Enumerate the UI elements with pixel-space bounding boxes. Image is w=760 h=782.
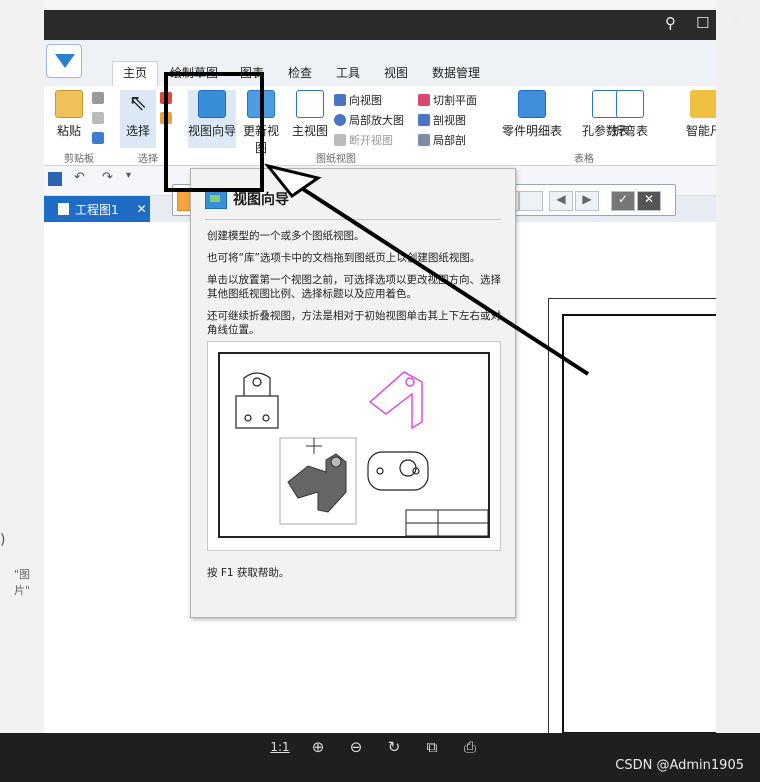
viewer-toolbar: 1:1 ⊕ ⊖ ↻ ⧉ ⎙ [270, 738, 480, 756]
rotate-icon[interactable]: ↻ [384, 738, 404, 756]
save-image-icon[interactable]: ⎙ [460, 738, 480, 756]
annotation-arrow [264, 163, 590, 376]
actual-size-button[interactable]: 1:1 [270, 740, 290, 754]
zoom-in-icon[interactable]: ⊕ [308, 738, 328, 756]
zoom-out-icon[interactable]: ⊖ [346, 738, 366, 756]
watermark: CSDN @Admin1905 [615, 758, 744, 773]
crop-icon[interactable]: ⧉ [422, 738, 442, 756]
